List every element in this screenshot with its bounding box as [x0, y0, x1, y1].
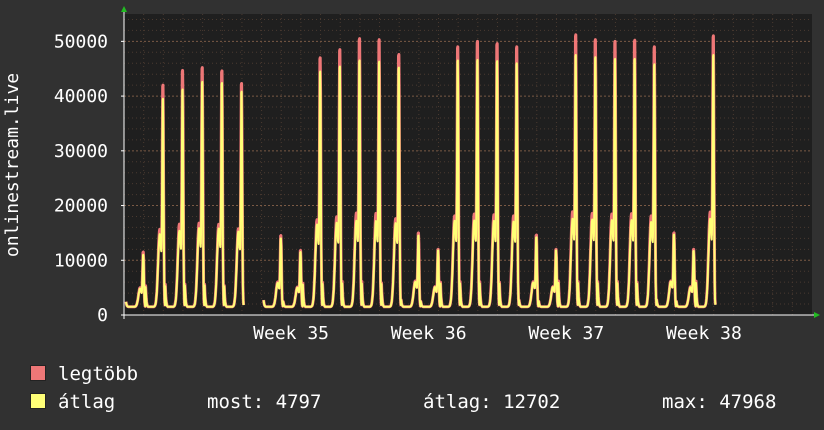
- y-tick-label: 0: [97, 305, 108, 326]
- y-axis-arrow: [121, 6, 127, 12]
- legend-item-avg: átlag: [30, 390, 115, 414]
- x-tick-label: Week 38: [666, 323, 742, 344]
- stat-maximum: max: 47968: [662, 391, 777, 413]
- legend-item-max: legtöbb: [30, 362, 138, 386]
- y-axis-label: onlinestream.live: [2, 73, 23, 257]
- stat-current: most: 4797: [207, 391, 322, 413]
- y-tick-label: 40000: [54, 86, 108, 107]
- stat-average: átlag: 12702: [423, 391, 561, 413]
- legend-label-max: legtöbb: [58, 363, 139, 385]
- x-tick-label: Week 37: [528, 323, 604, 344]
- legend-swatch-max: [30, 365, 46, 381]
- x-axis-arrow: [814, 312, 820, 318]
- legend-swatch-avg: [30, 393, 46, 409]
- x-tick-label: Week 35: [253, 323, 329, 344]
- traffic-chart: 0 10000 20000 30000 40000 50000 Week 35 Week 36…: [2, 6, 820, 344]
- y-tick-label: 30000: [54, 141, 108, 162]
- y-tick-label: 10000: [54, 250, 108, 271]
- y-tick-label: 20000: [54, 196, 108, 217]
- x-tick-label: Week 36: [391, 323, 467, 344]
- y-tick-label: 50000: [54, 31, 108, 52]
- legend-label-avg: átlag: [58, 391, 116, 413]
